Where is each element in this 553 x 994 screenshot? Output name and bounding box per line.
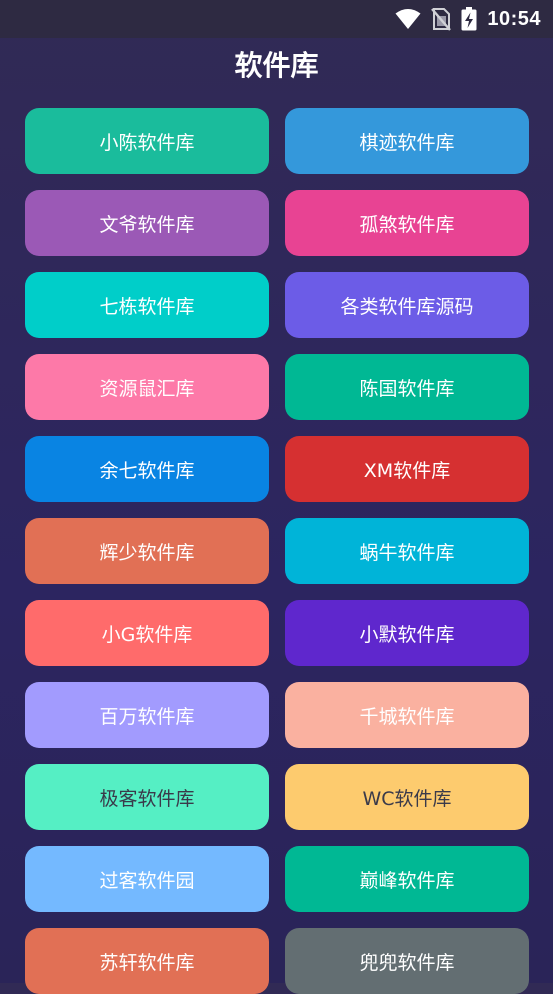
- status-bar: 10:54: [0, 0, 553, 38]
- library-button[interactable]: 蜗牛软件库: [285, 518, 529, 584]
- library-button[interactable]: 文爷软件库: [25, 190, 269, 256]
- library-button[interactable]: 过客软件园: [25, 846, 269, 912]
- library-button[interactable]: XM软件库: [285, 436, 529, 502]
- library-button[interactable]: 孤煞软件库: [285, 190, 529, 256]
- library-button[interactable]: 七栋软件库: [25, 272, 269, 338]
- library-grid: 小陈软件库 棋迹软件库 文爷软件库 孤煞软件库 七栋软件库 各类软件库源码 资源鼠汇库 陈国软…: [25, 108, 529, 994]
- library-button[interactable]: 巅峰软件库: [285, 846, 529, 912]
- library-button[interactable]: 兜兜软件库: [285, 928, 529, 994]
- no-sim-icon: [431, 7, 452, 31]
- library-button[interactable]: 陈国软件库: [285, 354, 529, 420]
- library-button[interactable]: 极客软件库: [25, 764, 269, 830]
- library-button[interactable]: 棋迹软件库: [285, 108, 529, 174]
- library-button[interactable]: 资源鼠汇库: [25, 354, 269, 420]
- library-button[interactable]: 百万软件库: [25, 682, 269, 748]
- library-button[interactable]: 辉少软件库: [25, 518, 269, 584]
- library-button[interactable]: 小默软件库: [285, 600, 529, 666]
- library-button[interactable]: 余七软件库: [25, 436, 269, 502]
- library-button[interactable]: WC软件库: [285, 764, 529, 830]
- library-button[interactable]: 苏轩软件库: [25, 928, 269, 994]
- wifi-icon: [395, 8, 421, 30]
- library-button[interactable]: 各类软件库源码: [285, 272, 529, 338]
- battery-charging-icon: [461, 7, 477, 31]
- status-icons: 10:54: [395, 6, 541, 32]
- library-button[interactable]: 小G软件库: [25, 600, 269, 666]
- library-button[interactable]: 千城软件库: [285, 682, 529, 748]
- status-time: 10:54: [487, 7, 541, 30]
- page-title: 软件库: [234, 49, 319, 82]
- library-button[interactable]: 小陈软件库: [25, 108, 269, 174]
